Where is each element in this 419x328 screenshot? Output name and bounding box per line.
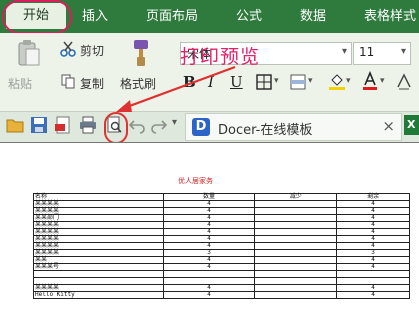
table-cell xyxy=(254,228,338,236)
copy-icon xyxy=(61,74,75,89)
table-cell xyxy=(254,291,338,299)
tab-table-styles[interactable]: 表格样式 xyxy=(364,7,416,27)
chevron-down-icon[interactable]: ▾ xyxy=(346,76,351,86)
export-pdf-icon[interactable] xyxy=(54,116,72,134)
table-cell xyxy=(254,249,338,257)
table-cell xyxy=(33,270,164,278)
font-color-icon[interactable] xyxy=(362,70,378,91)
table-cell xyxy=(254,207,338,215)
chevron-down-icon[interactable]: ▾ xyxy=(401,46,406,57)
table-row: 某某某某 3 3 xyxy=(33,249,410,257)
table-row: 某某某某 4 4 xyxy=(33,242,410,250)
tab-insert[interactable]: 插入 xyxy=(82,7,108,27)
table-cell xyxy=(254,235,338,243)
docer-tab-label: Docer-在线模板 xyxy=(218,123,313,138)
table-row: 某某某某 4 4 xyxy=(33,284,410,292)
fill-color-icon[interactable] xyxy=(328,72,346,91)
table-cell: 4 xyxy=(162,291,256,299)
borders-icon[interactable] xyxy=(256,74,272,90)
open-folder-icon[interactable] xyxy=(6,116,24,134)
table-row: 某某某某 4 4 xyxy=(33,200,410,208)
document-title: 优人居家务 xyxy=(178,177,213,185)
docer-logo-icon: D xyxy=(192,118,210,136)
table-cell: 4 xyxy=(336,291,410,299)
table-cell xyxy=(254,256,338,264)
table-row: 某某部门 4 4 xyxy=(33,214,410,222)
clear-format-icon[interactable] xyxy=(396,72,412,90)
table-cell: 4 xyxy=(336,263,410,271)
cut-button[interactable]: 剪切 xyxy=(80,42,104,59)
cell-style-icon[interactable] xyxy=(290,74,306,90)
table-row xyxy=(33,277,410,285)
table-cell xyxy=(254,221,338,229)
save-icon[interactable] xyxy=(30,116,48,134)
copy-button[interactable]: 复制 xyxy=(80,75,104,92)
table-cell xyxy=(254,263,338,271)
font-size-value: 11 xyxy=(359,45,375,59)
table-header-row: 名称 数量 减少 剩余 xyxy=(33,193,410,201)
table-cell: Hello Kitty xyxy=(33,291,164,299)
chevron-down-icon[interactable]: ▾ xyxy=(380,76,385,86)
table-row: 某某 4 4 xyxy=(33,256,410,264)
paste-button[interactable]: 粘贴 xyxy=(8,75,32,92)
table-row: 某某某号 4 4 xyxy=(33,263,410,271)
tab-formulas[interactable]: 公式 xyxy=(236,7,262,27)
home-tab-highlight xyxy=(2,0,72,34)
table-row: 某某某某 4 4 xyxy=(33,207,410,215)
spreadsheet-tab-icon[interactable]: X xyxy=(404,115,419,135)
chevron-down-icon[interactable]: ▾ xyxy=(274,76,279,86)
table-cell xyxy=(254,284,338,292)
tab-data[interactable]: 数据 xyxy=(300,7,326,27)
table-row: 某某某某 4 4 xyxy=(33,221,410,229)
table-row: 某某某某 4 4 xyxy=(33,235,410,243)
preview-table: 名称 数量 减少 剩余 某某某某 4 4 某某某某 4 4 某某部门 4 4 某某某某 4 4 某某某某 4 4 某某… xyxy=(33,193,410,299)
table-cell xyxy=(254,214,338,222)
table-row xyxy=(33,270,410,278)
table-cell xyxy=(162,270,256,278)
paste-icon[interactable] xyxy=(16,38,42,68)
table-cell: 4 xyxy=(162,263,256,271)
table-cell xyxy=(336,270,410,278)
table-cell: 某某某号 xyxy=(33,263,164,271)
chevron-down-icon[interactable]: ▾ xyxy=(342,46,347,57)
table-cell xyxy=(254,270,338,278)
table-row: 某某某某 4 4 xyxy=(33,228,410,236)
scissors-icon xyxy=(60,41,76,57)
tab-page-layout[interactable]: 页面布局 xyxy=(146,7,198,27)
annotation-arrow xyxy=(116,65,236,112)
table-cell: 某某某某 xyxy=(33,249,164,257)
close-icon[interactable]: × xyxy=(382,117,395,135)
table-cell xyxy=(254,277,338,285)
chevron-down-icon[interactable]: ▾ xyxy=(308,76,313,86)
printer-icon[interactable] xyxy=(79,116,97,134)
font-size-select[interactable]: 11 ▾ xyxy=(353,42,411,65)
table-cell xyxy=(254,200,338,208)
table-cell xyxy=(254,242,338,250)
table-cell: 减少 xyxy=(254,193,338,201)
table-row: Hello Kitty 4 4 xyxy=(33,291,410,299)
